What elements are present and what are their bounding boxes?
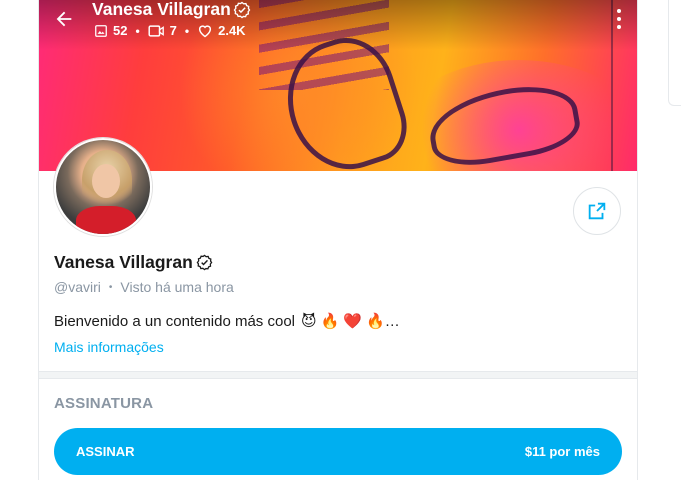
stat-videos: 7 <box>148 23 177 38</box>
profile-name-text: Vanesa Villagran <box>54 252 193 272</box>
share-button[interactable] <box>573 187 621 235</box>
bio-ellipsis: … <box>384 312 400 330</box>
stat-likes-value: 2.4K <box>218 23 246 38</box>
smiling-devil-emoji: 😈 <box>301 313 317 330</box>
image-icon <box>95 24 107 37</box>
profile-name: Vanesa Villagran <box>54 252 213 273</box>
cover-header: Vanesa Villagran 52 • 7 • 2.4K <box>39 0 637 48</box>
verified-icon <box>196 254 213 271</box>
subscribe-button[interactable]: ASSINAR $11 por mês <box>54 428 622 475</box>
stat-photos-value: 52 <box>113 23 128 38</box>
cover-display-name: Vanesa Villagran <box>92 0 251 20</box>
cover-stats: 52 • 7 • 2.4K <box>94 23 246 38</box>
more-info-link[interactable]: Mais informações <box>54 339 164 355</box>
bio-text: Bienvenido a un contenido más cool <box>54 312 295 330</box>
subscribe-price: $11 por mês <box>524 444 600 459</box>
profile-meta: @vaviri • Visto há uma hora <box>54 279 234 295</box>
stat-photos: 52 <box>94 23 127 38</box>
subscribe-label: ASSINAR <box>76 444 135 459</box>
more-options-button[interactable] <box>615 9 623 29</box>
fire-emoji: 🔥 <box>366 313 385 330</box>
subscription-title: ASSINATURA <box>54 395 154 412</box>
section-divider <box>39 371 637 379</box>
last-seen: Visto há uma hora <box>120 279 234 295</box>
profile-column: Vanesa Villagran 52 • 7 • 2.4K Vanesa Vi… <box>38 0 638 480</box>
cover-name-text: Vanesa Villagran <box>92 0 231 19</box>
heart-icon <box>199 25 212 38</box>
stat-videos-value: 7 <box>169 23 177 38</box>
arrow-left-icon <box>56 11 72 27</box>
verified-icon <box>233 1 251 18</box>
username: @vaviri <box>54 279 101 295</box>
video-icon <box>148 24 164 37</box>
more-vertical-icon <box>617 9 621 13</box>
fire-emoji: 🔥 <box>320 313 340 330</box>
heart-emoji: ❤️ <box>343 313 363 330</box>
sidebar-card <box>668 0 681 106</box>
avatar[interactable] <box>54 138 152 236</box>
bio: Bienvenido a un contenido más cool 😈 🔥 ❤… <box>54 312 400 331</box>
share-icon <box>588 202 606 220</box>
back-button[interactable] <box>53 8 79 30</box>
profile-page: Vanesa Villagran 52 • 7 • 2.4K Vanesa Vi… <box>0 0 681 480</box>
stat-likes: 2.4K <box>197 23 246 38</box>
